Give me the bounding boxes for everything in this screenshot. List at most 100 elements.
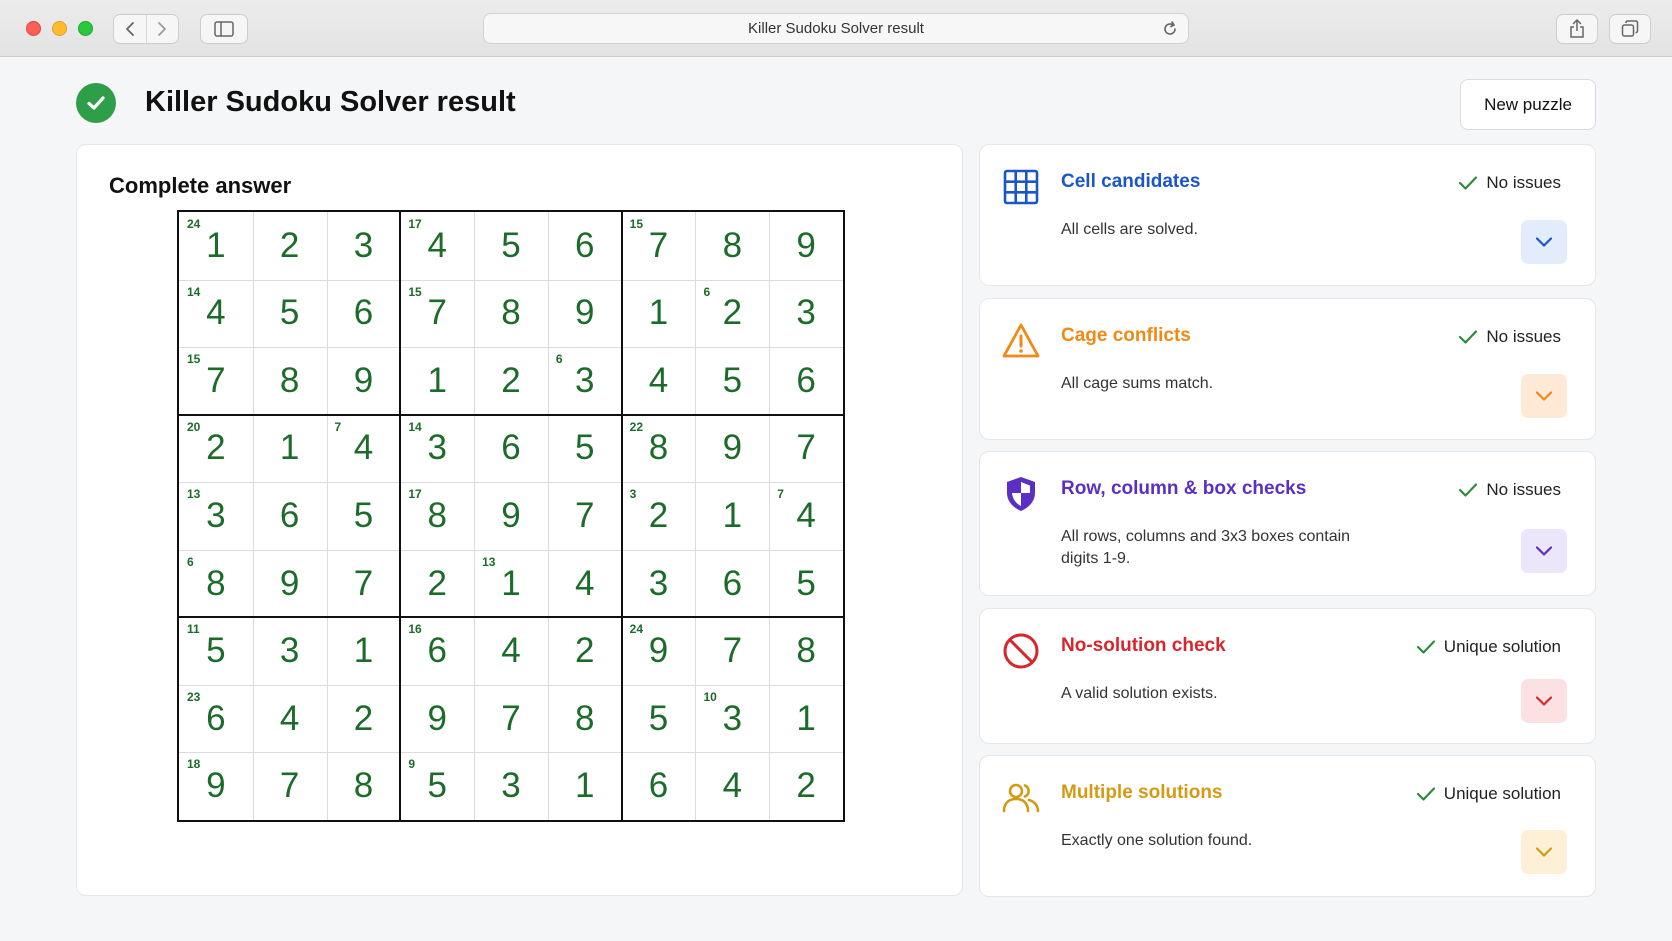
cell-digit: 5 bbox=[279, 293, 300, 333]
sudoku-cell: 4 bbox=[695, 752, 769, 820]
cage-sum-label: 9 bbox=[408, 757, 416, 772]
sudoku-cell: 9 bbox=[253, 550, 327, 618]
cell-digit: 8 bbox=[648, 428, 669, 468]
cell-digit: 4 bbox=[796, 495, 816, 535]
cell-digit: 5 bbox=[501, 225, 521, 265]
back-button[interactable] bbox=[114, 15, 146, 43]
cell-digit: 4 bbox=[353, 428, 374, 468]
cage-sum-label: 14 bbox=[187, 284, 201, 299]
grid-icon bbox=[1003, 169, 1039, 205]
cell-digit: 9 bbox=[206, 766, 226, 806]
cell-digit: 9 bbox=[501, 495, 521, 535]
cage-sum-label: 22 bbox=[629, 419, 644, 434]
address-bar[interactable]: Killer Sudoku Solver result bbox=[483, 13, 1189, 44]
cell-digit: 5 bbox=[648, 698, 669, 738]
sidebar-icon bbox=[214, 21, 234, 37]
forward-button[interactable] bbox=[145, 15, 179, 43]
cell-digit: 3 bbox=[353, 225, 374, 265]
cage-sum-label: 15 bbox=[187, 352, 201, 367]
cage-sum-label: 14 bbox=[408, 419, 422, 434]
cell-digit: 1 bbox=[427, 360, 447, 400]
cell-digit: 7 bbox=[206, 360, 226, 400]
cell-digit: 6 bbox=[575, 225, 595, 265]
prohibited-icon bbox=[1003, 633, 1039, 669]
sidebar-toggle-button[interactable] bbox=[200, 14, 248, 44]
sudoku-cell: 5 bbox=[622, 685, 696, 753]
check-description: All cells are solved. bbox=[1061, 221, 1198, 238]
cell-digit: 1 bbox=[575, 766, 595, 806]
sudoku-cell: 2 bbox=[400, 550, 474, 618]
checkmark-icon bbox=[1459, 483, 1478, 497]
cell-digit: 4 bbox=[501, 631, 521, 671]
cell-digit: 6 bbox=[722, 563, 743, 603]
reload-icon[interactable] bbox=[1161, 20, 1179, 38]
cell-digit: 6 bbox=[353, 293, 374, 333]
sudoku-cell: 8 bbox=[769, 617, 843, 685]
expand-cage-conflicts-button[interactable] bbox=[1521, 374, 1567, 418]
sudoku-cell: 5 bbox=[695, 347, 769, 415]
check-description: A valid solution exists. bbox=[1061, 685, 1218, 702]
cage-sum-label: 24 bbox=[187, 217, 201, 231]
checkmark-icon bbox=[1459, 330, 1478, 344]
cell-digit: 8 bbox=[279, 360, 300, 400]
sudoku-grid: 1234567894567891237891234562143658973658… bbox=[177, 210, 845, 822]
cell-digit: 7 bbox=[353, 563, 374, 603]
cage-sum-label: 17 bbox=[408, 217, 422, 231]
cell-digit: 6 bbox=[279, 495, 300, 535]
cell-digit: 3 bbox=[722, 698, 743, 738]
navigation-buttons bbox=[113, 14, 179, 44]
cell-digit: 5 bbox=[427, 766, 447, 806]
sudoku-cell: 6 bbox=[474, 415, 548, 483]
sudoku-cell: 3 bbox=[622, 550, 696, 618]
sudoku-cell: 5 bbox=[327, 482, 401, 550]
expand-cell-candidates-button[interactable] bbox=[1521, 220, 1567, 264]
cell-digit: 5 bbox=[353, 495, 374, 535]
sudoku-cell: 2 bbox=[474, 347, 548, 415]
tab-overview-button[interactable] bbox=[1609, 14, 1651, 44]
cell-digit: 4 bbox=[722, 766, 743, 806]
cell-digit: 4 bbox=[575, 563, 595, 603]
cell-digit: 4 bbox=[279, 698, 300, 738]
minimize-window-button[interactable] bbox=[52, 21, 67, 36]
sudoku-cell: 4 bbox=[474, 617, 548, 685]
cell-digit: 9 bbox=[353, 360, 374, 400]
check-card-cell-candidates: Cell candidates No issues All cells are … bbox=[979, 144, 1596, 286]
sudoku-cell: 7 bbox=[327, 550, 401, 618]
answer-title: Complete answer bbox=[109, 173, 292, 198]
expand-multiple-solutions-button[interactable] bbox=[1521, 830, 1567, 874]
cell-digit: 7 bbox=[427, 293, 447, 333]
sudoku-cell: 6 bbox=[327, 280, 401, 348]
sudoku-cell: 3 bbox=[327, 212, 401, 280]
users-icon bbox=[1002, 783, 1040, 813]
sudoku-cell: 6 bbox=[622, 752, 696, 820]
sudoku-cell: 4 bbox=[253, 685, 327, 753]
expand-row-column-box-button[interactable] bbox=[1521, 529, 1567, 573]
cell-digit: 6 bbox=[648, 766, 669, 806]
check-status: Unique solution bbox=[1416, 784, 1561, 804]
zoom-window-button[interactable] bbox=[78, 21, 93, 36]
new-puzzle-button[interactable]: New puzzle bbox=[1460, 79, 1596, 130]
cell-digit: 9 bbox=[648, 631, 669, 671]
cell-digit: 3 bbox=[279, 631, 300, 671]
sudoku-cell: 7 bbox=[695, 617, 769, 685]
cage-sum-label: 15 bbox=[629, 217, 644, 231]
cell-digit: 8 bbox=[353, 766, 374, 806]
close-window-button[interactable] bbox=[26, 21, 41, 36]
cell-digit: 4 bbox=[427, 225, 447, 265]
success-check-icon bbox=[76, 83, 116, 123]
check-status: No issues bbox=[1458, 327, 1561, 347]
sudoku-cell: 1 bbox=[695, 482, 769, 550]
expand-no-solution-button[interactable] bbox=[1521, 679, 1567, 723]
sudoku-cell: 2 bbox=[253, 212, 327, 280]
cage-sum-label: 17 bbox=[408, 487, 422, 502]
cell-digit: 5 bbox=[575, 428, 595, 468]
sudoku-cell: 9 bbox=[474, 482, 548, 550]
share-button[interactable] bbox=[1556, 14, 1598, 44]
sudoku-cell: 1 bbox=[548, 752, 622, 820]
check-status-label: No issues bbox=[1486, 327, 1561, 346]
chevron-down-icon bbox=[1535, 546, 1553, 556]
check-status-label: No issues bbox=[1486, 480, 1561, 499]
cell-digit: 2 bbox=[575, 631, 595, 671]
chevron-down-icon bbox=[1535, 696, 1553, 706]
sudoku-cell: 6 bbox=[548, 212, 622, 280]
